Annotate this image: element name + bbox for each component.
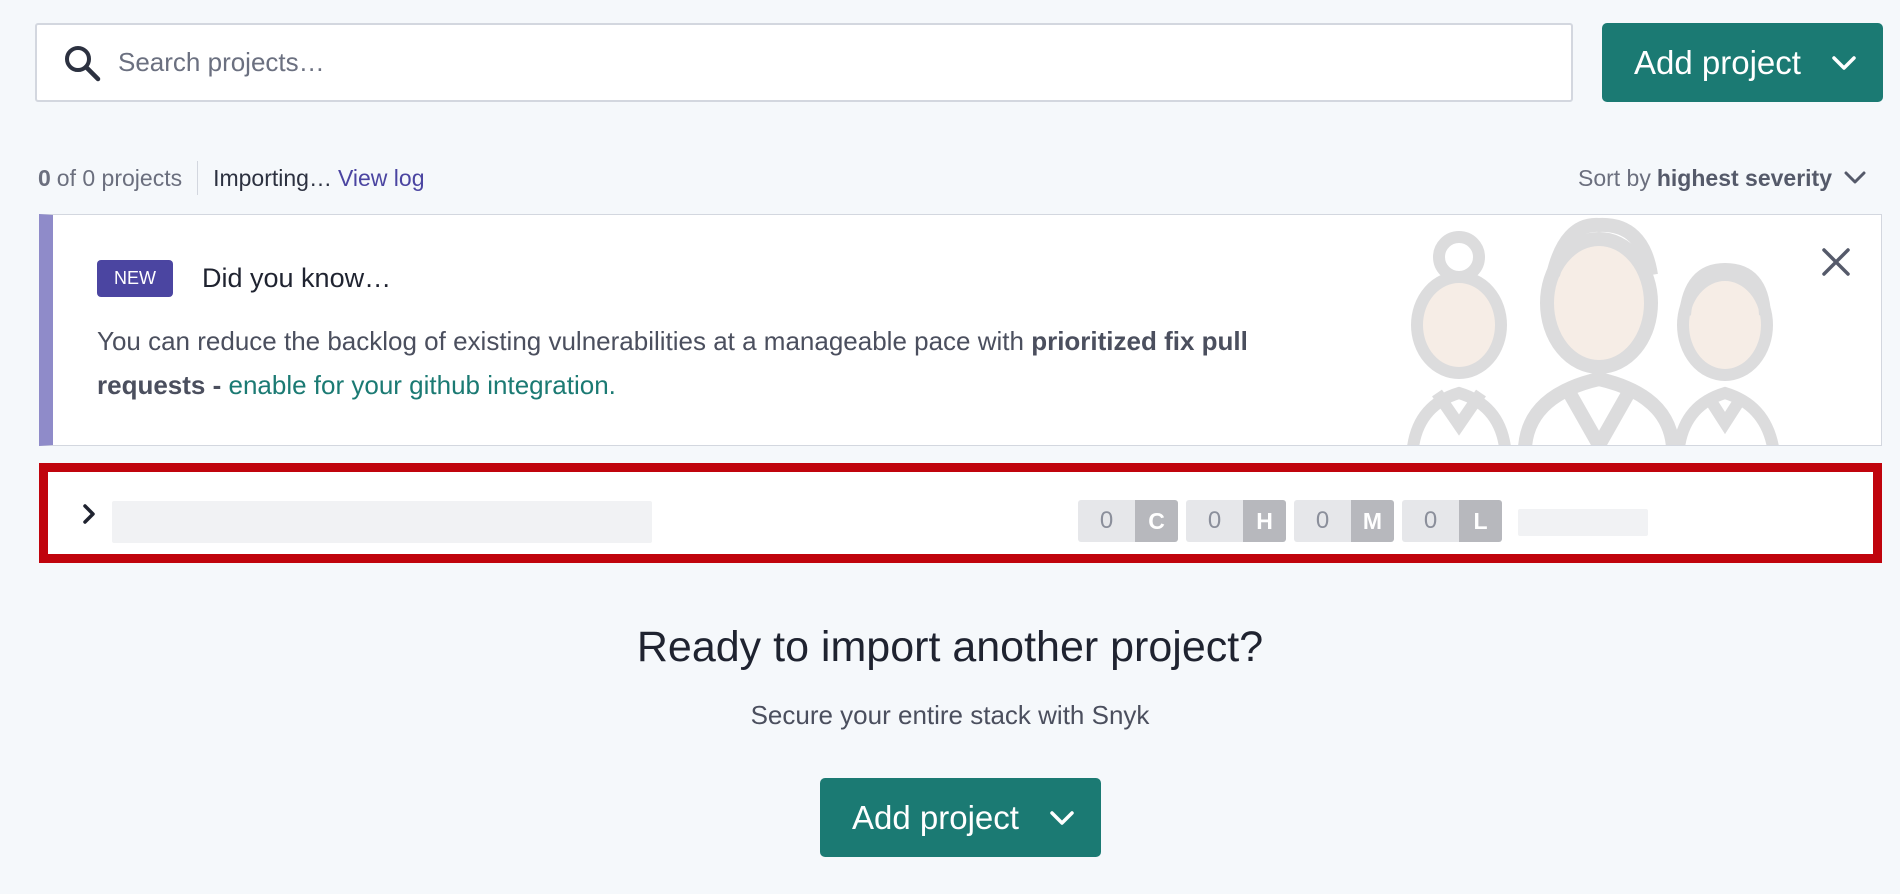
search-box[interactable] <box>35 23 1573 102</box>
new-badge: NEW <box>97 260 173 297</box>
empty-state-title: Ready to import another project? <box>636 623 1264 671</box>
did-you-know-banner: NEW Did you know… You can reduce the bac… <box>39 214 1882 446</box>
medium-label: M <box>1351 500 1394 542</box>
critical-count: 0 <box>1078 500 1135 542</box>
project-row[interactable]: 0 C 0 H 0 M 0 L <box>39 463 1882 563</box>
search-icon <box>65 45 101 81</box>
low-count: 0 <box>1402 500 1459 542</box>
add-project-button[interactable]: Add project <box>1602 23 1883 102</box>
low-count-badge: 0 L <box>1402 500 1502 542</box>
project-summary: 0 of 0 projects Importing… View log <box>38 160 425 196</box>
banner-dash: - <box>205 370 229 400</box>
medium-count-badge: 0 M <box>1294 500 1394 542</box>
medium-count: 0 <box>1294 500 1351 542</box>
project-name-placeholder <box>112 501 652 543</box>
banner-text: You can reduce the backlog of existing v… <box>97 326 1032 356</box>
add-project-label: Add project <box>1634 43 1801 81</box>
divider <box>197 161 199 195</box>
high-label: H <box>1243 500 1286 542</box>
chevron-right-icon[interactable] <box>78 503 100 525</box>
enable-github-link[interactable]: enable for your github integration. <box>229 370 616 400</box>
high-count-badge: 0 H <box>1186 500 1286 542</box>
sort-dropdown[interactable]: Sort by highest severity <box>1578 160 1866 196</box>
date-placeholder <box>1518 509 1648 536</box>
sort-prefix: Sort by <box>1577 164 1651 191</box>
low-label: L <box>1459 500 1502 542</box>
view-log-link[interactable]: View log <box>338 165 425 192</box>
add-project-button-bottom[interactable]: Add project <box>820 778 1101 857</box>
project-count-text: of 0 projects <box>56 164 183 191</box>
chevron-down-icon <box>1844 171 1866 184</box>
importing-status: Importing… <box>213 164 332 191</box>
project-count: 0 <box>38 164 51 191</box>
add-project-label: Add project <box>852 798 1019 836</box>
empty-state-subtitle: Secure your entire stack with Snyk <box>750 700 1150 730</box>
critical-label: C <box>1135 500 1178 542</box>
sort-value: highest severity <box>1656 164 1832 191</box>
search-input[interactable] <box>118 25 1571 100</box>
chevron-down-icon <box>1832 55 1856 70</box>
chevron-down-icon <box>1050 810 1074 825</box>
banner-body: You can reduce the backlog of existing v… <box>97 319 1327 407</box>
high-count: 0 <box>1186 500 1243 542</box>
banner-title: Did you know… <box>202 263 392 293</box>
critical-count-badge: 0 C <box>1078 500 1178 542</box>
team-illustration <box>1407 217 1779 445</box>
close-icon[interactable] <box>1821 247 1851 277</box>
